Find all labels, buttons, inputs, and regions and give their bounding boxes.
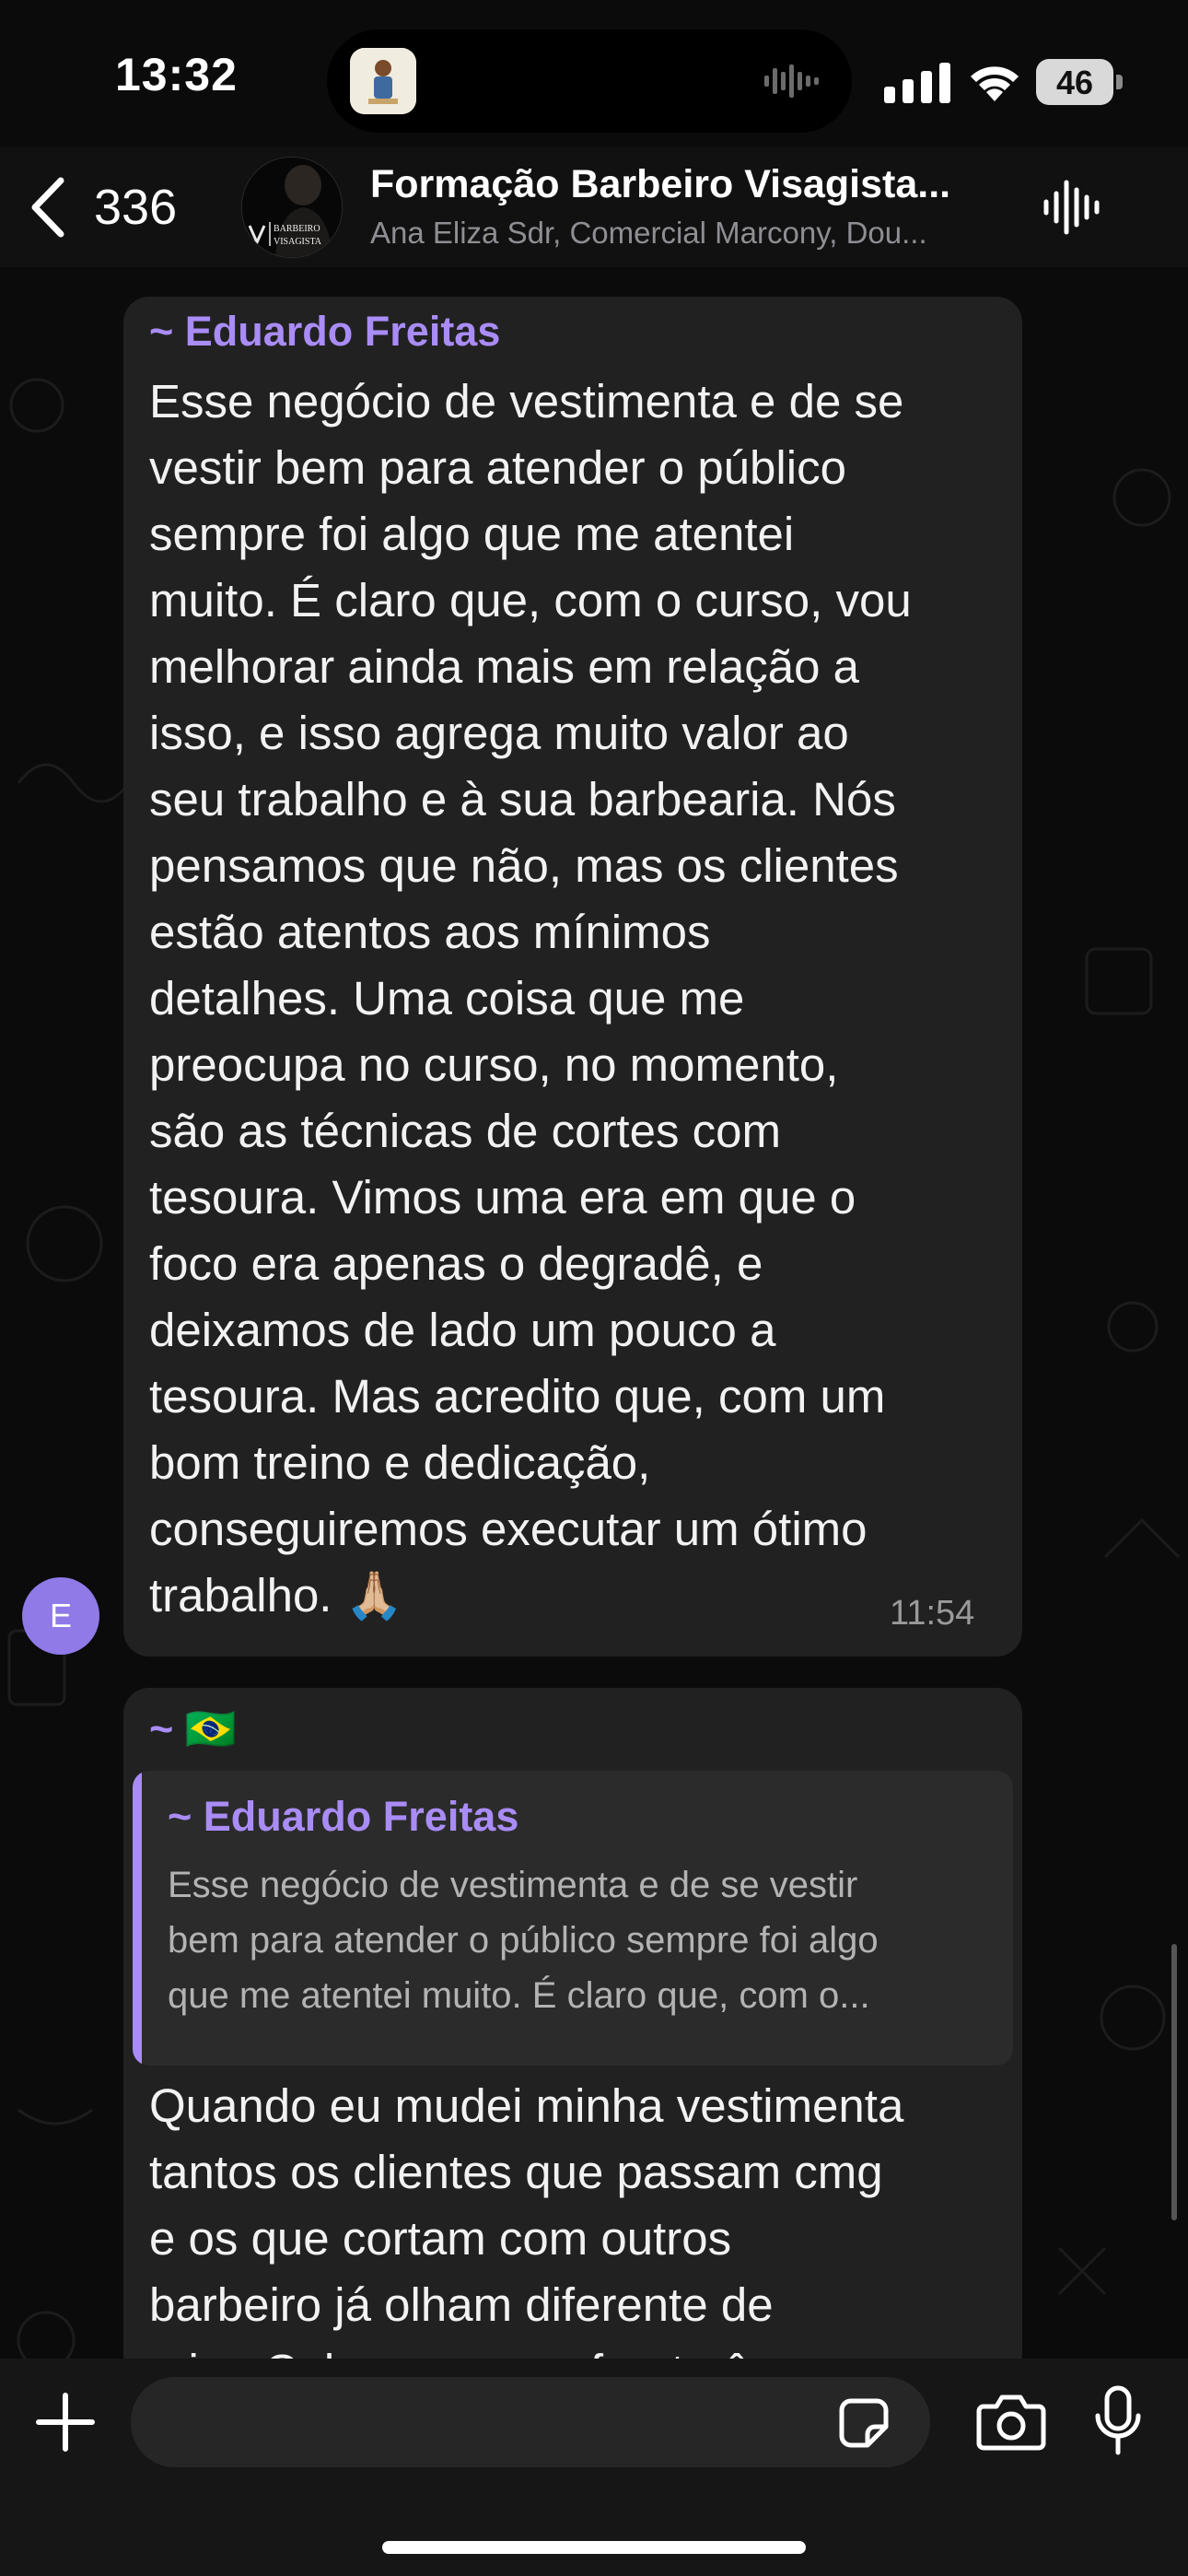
back-button[interactable]: 336 bbox=[26, 173, 210, 241]
island-app-icon bbox=[350, 48, 416, 114]
battery-level: 46 bbox=[1055, 64, 1094, 101]
plus-icon[interactable] bbox=[33, 2390, 98, 2454]
sender-avatar[interactable]: E bbox=[22, 1577, 99, 1655]
camera-icon[interactable] bbox=[976, 2392, 1046, 2451]
audio-wave-icon bbox=[764, 64, 819, 98]
chat-area[interactable]: ~ Eduardo Freitas Esse negócio de vestim… bbox=[0, 267, 1188, 2359]
status-time: 13:32 bbox=[115, 49, 238, 100]
voice-chat-icon[interactable] bbox=[1039, 175, 1103, 240]
message-text: Quando eu mudei minha vestimenta tantos … bbox=[149, 2079, 904, 2359]
quote-text: Esse negócio de vestimenta e de se vesti… bbox=[168, 1865, 879, 2016]
wifi-icon bbox=[971, 66, 1019, 101]
message-input[interactable] bbox=[131, 2377, 930, 2467]
quote-bar bbox=[133, 1771, 142, 2066]
chevron-left-icon bbox=[31, 177, 64, 238]
microphone-icon[interactable] bbox=[1092, 2384, 1144, 2458]
group-name[interactable]: Formação Barbeiro Visagista... bbox=[370, 162, 1033, 207]
quoted-message[interactable]: ~ Eduardo Freitas Esse negócio de vestim… bbox=[133, 1771, 1013, 2066]
quote-sender: ~ Eduardo Freitas bbox=[168, 1793, 519, 1840]
sender-avatar-initial: E bbox=[49, 1597, 72, 1634]
message-time: 11:54 bbox=[890, 1594, 975, 1633]
avatar-text-1: BARBEIRO bbox=[274, 224, 320, 234]
message-sender[interactable]: ~ 🇧🇷 bbox=[149, 1704, 237, 1753]
group-members[interactable]: Ana Eliza Sdr, Comercial Marcony, Dou... bbox=[370, 216, 1006, 251]
sticker-icon[interactable] bbox=[836, 2395, 891, 2451]
scroll-indicator[interactable] bbox=[1171, 1944, 1177, 2220]
battery-icon: 46 bbox=[1036, 59, 1124, 105]
signal-bars-icon bbox=[884, 63, 950, 103]
unread-count: 336 bbox=[94, 180, 178, 235]
avatar-text-2: VISAGISTA bbox=[274, 237, 322, 247]
message-sender[interactable]: ~ Eduardo Freitas bbox=[149, 308, 500, 356]
home-indicator[interactable] bbox=[382, 2541, 806, 2554]
group-avatar[interactable]: BARBEIRO VISAGISTA bbox=[241, 157, 343, 258]
message-text: Esse negócio de vestimenta e de se vesti… bbox=[149, 375, 912, 1622]
